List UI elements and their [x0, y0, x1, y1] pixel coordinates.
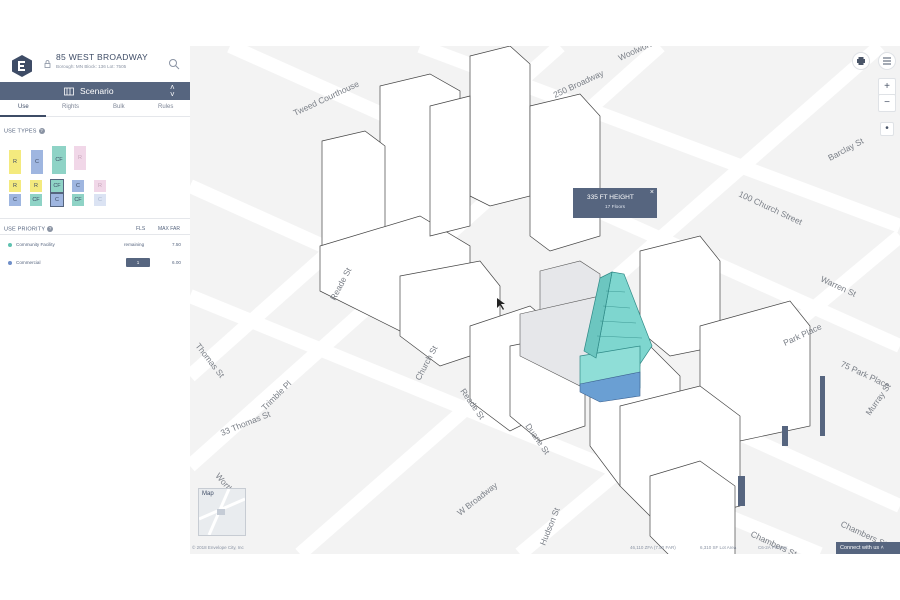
address-title: 85 WEST BROADWAY	[56, 52, 149, 62]
priority-value-input[interactable]: 1	[126, 258, 150, 267]
priority-row[interactable]: Community Facility remaining 7.50	[4, 240, 186, 250]
use-tile[interactable]: R	[94, 180, 106, 192]
minimap[interactable]: Map	[198, 488, 246, 536]
menu-icon[interactable]	[878, 52, 896, 70]
use-types-title: USE TYPES	[4, 128, 37, 135]
minimap-label: Map	[202, 491, 214, 497]
zoom-out-button[interactable]: −	[878, 94, 896, 112]
priority-far: 6.00	[172, 260, 181, 265]
scenario-icon	[64, 87, 74, 96]
panel-tabs: Use Rights Bulk Rules	[0, 100, 190, 117]
use-tile[interactable]: R	[9, 180, 21, 192]
use-tile-commercial[interactable]: C	[31, 150, 43, 174]
use-tile[interactable]: CF	[30, 194, 42, 206]
tooltip-floors: 17 Floors	[605, 205, 625, 210]
chevron-up-icon: ˄	[880, 545, 884, 551]
address-meta: Borough: MN Block: 136 Lot: 7505	[56, 64, 127, 69]
use-tile-community[interactable]: CF	[52, 146, 66, 174]
tab-rights[interactable]: Rights	[62, 104, 79, 110]
use-tile[interactable]: R	[30, 180, 42, 192]
app-frame: 85 WEST BROADWAY Borough: MN Block: 136 …	[0, 46, 900, 554]
divider	[0, 234, 190, 235]
use-priority-title: USE PRIORITY	[4, 226, 46, 233]
priority-row[interactable]: Commercial 1 6.00	[4, 258, 186, 268]
priority-far: 7.50	[172, 242, 181, 247]
chevron-up-down-icon: ˄ ˅	[170, 83, 175, 99]
divider	[0, 218, 190, 219]
close-icon[interactable]: ×	[650, 189, 654, 196]
status-footer: © 2018 Envelope City, Inc 46,110 ZFA (7.…	[190, 542, 900, 554]
use-tile-residential-alt[interactable]: R	[74, 146, 86, 170]
use-tile[interactable]: C	[9, 194, 21, 206]
height-tooltip: 335 FT HEIGHT 17 Floors ×	[573, 188, 657, 218]
tooltip-height: 335 FT HEIGHT	[587, 194, 634, 201]
side-panel: 85 WEST BROADWAY Borough: MN Block: 136 …	[0, 46, 191, 554]
address-block: 85 WEST BROADWAY Borough: MN Block: 136 …	[56, 52, 148, 69]
scenario-label: Scenario	[80, 86, 114, 96]
help-icon[interactable]: ?	[38, 128, 45, 134]
copyright: © 2018 Envelope City, Inc	[192, 545, 244, 550]
col-max-far: MAX FAR	[158, 226, 180, 232]
priority-name: Community Facility	[16, 242, 55, 247]
connect-label: Connect with us	[840, 545, 880, 551]
lock-icon	[44, 60, 51, 68]
help-icon[interactable]: ?	[47, 226, 54, 232]
col-flr: FLS	[136, 226, 146, 232]
connect-button[interactable]: Connect with us ˄	[836, 542, 900, 554]
locate-button[interactable]: •	[880, 122, 894, 136]
envelope-logo-icon[interactable]	[10, 54, 34, 78]
use-tile[interactable]: C	[72, 180, 84, 192]
use-tile[interactable]: C	[50, 193, 64, 207]
use-tile[interactable]: CF	[72, 194, 84, 206]
community-dot-icon	[8, 243, 12, 247]
priority-name: Commercial	[16, 260, 41, 265]
map-canvas[interactable]: Reade St Reade St Church St Duane St Tho…	[190, 46, 900, 554]
search-icon[interactable]	[168, 58, 180, 70]
scenario-selector[interactable]: Scenario ˄ ˅	[0, 82, 190, 100]
use-types-heading: USE TYPES?	[4, 128, 45, 134]
print-icon[interactable]	[852, 52, 870, 70]
use-tile[interactable]: C	[94, 194, 106, 206]
zoning-readout: C6-2A Primary	[758, 545, 788, 550]
use-tile[interactable]: CF	[50, 179, 64, 193]
zfa-readout: 46,110 ZFA (7.50 FAR)	[630, 545, 676, 550]
commercial-dot-icon	[8, 261, 12, 265]
tab-rules[interactable]: Rules	[158, 104, 173, 110]
tab-use[interactable]: Use	[18, 104, 29, 110]
tab-bulk[interactable]: Bulk	[113, 104, 125, 110]
priority-value[interactable]: remaining	[124, 242, 144, 247]
lot-area-readout: 6,310 SF Lot Area	[700, 545, 737, 550]
use-tile-residential[interactable]: R	[9, 150, 21, 174]
use-priority-heading: USE PRIORITY?	[4, 226, 54, 233]
tab-active-indicator	[0, 115, 46, 117]
